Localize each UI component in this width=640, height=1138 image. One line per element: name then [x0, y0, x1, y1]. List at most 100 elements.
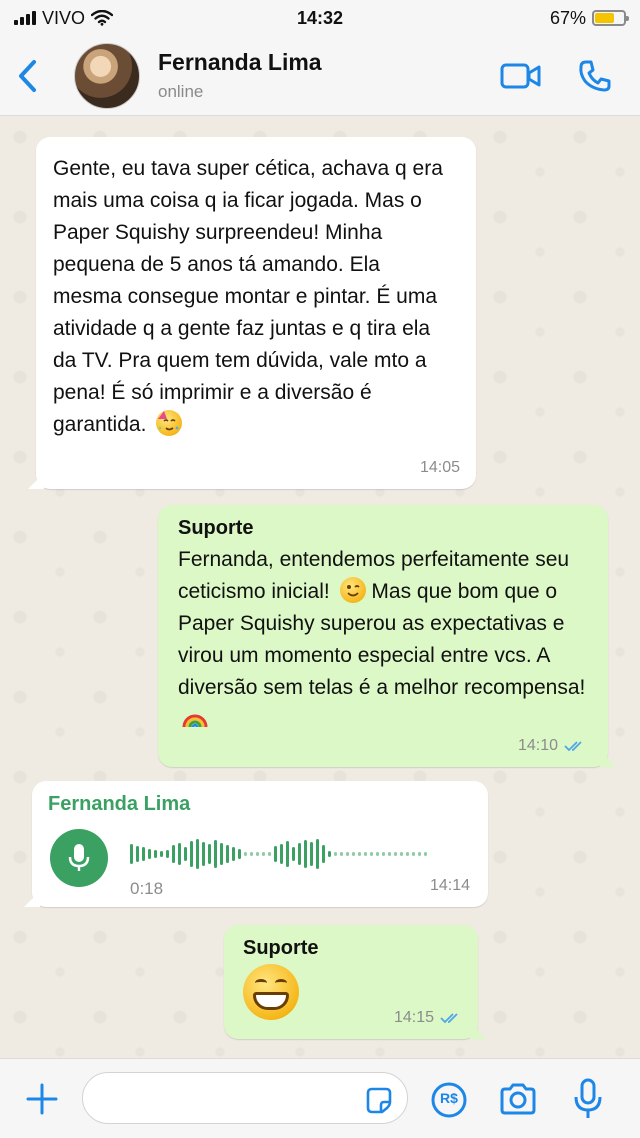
avatar[interactable] [74, 42, 140, 109]
waveform-bar [238, 849, 241, 859]
header-actions [500, 36, 612, 116]
message-timestamp: 14:14 [429, 877, 470, 894]
waveform-bar [160, 851, 163, 857]
phone-call-icon [579, 60, 611, 92]
microphone-icon [574, 1078, 602, 1118]
message-timestamp: 14:10 [517, 737, 558, 754]
carrier-label: VIVO [42, 7, 86, 28]
waveform-bar [136, 846, 139, 862]
contact-info[interactable]: Fernanda Lima online [158, 49, 322, 102]
input-bar: R$ [0, 1058, 640, 1138]
waveform-bar [334, 852, 337, 856]
battery-level [594, 13, 614, 23]
waveform-bar [142, 847, 145, 861]
waveform-bar [208, 844, 211, 864]
message-outgoing-2[interactable]: Suporte 14:15 [224, 925, 486, 1039]
voice-play-button[interactable] [50, 829, 108, 887]
partying-face-emoji [156, 410, 183, 436]
message-time: 14:15 [394, 1009, 462, 1027]
pix-payment-button[interactable]: R$ [430, 1081, 468, 1119]
message-time: 14:14 [430, 877, 470, 895]
pix-label: R$ [440, 1090, 458, 1106]
back-button[interactable] [0, 36, 56, 116]
sender-name: Fernanda Lima [48, 793, 191, 815]
message-time: 14:10 [518, 737, 586, 755]
plus-icon [26, 1083, 58, 1115]
back-chevron-icon [19, 59, 36, 92]
bubble-tail [600, 751, 616, 767]
message-time: 14:05 [420, 459, 460, 477]
message-outgoing-1[interactable]: Suporte Fernanda, entendemos perfeitamen… [158, 505, 616, 767]
camera-button[interactable] [498, 1081, 538, 1117]
chat-header: Fernanda Lima online [0, 36, 640, 116]
contact-name: Fernanda Lima [158, 49, 322, 75]
waveform-bar [328, 851, 331, 857]
bubble-tail [28, 473, 44, 489]
waveform-bar [292, 847, 295, 861]
waveform-bar [172, 845, 175, 863]
waveform-bar [268, 852, 271, 856]
bubble-tail [24, 891, 40, 907]
waveform-bar [322, 845, 325, 863]
waveform-bar [418, 852, 421, 856]
waveform-bar [244, 852, 247, 856]
voice-waveform[interactable] [130, 837, 470, 871]
voice-duration: 0:18 [130, 879, 164, 898]
waveform-bar [286, 841, 289, 867]
message-text: Fernanda, entendemos perfeitamente seu c… [178, 544, 586, 736]
waveform-bar [196, 839, 199, 869]
double-check-read-icon [564, 741, 582, 752]
waveform-bar [346, 852, 349, 856]
sticker-icon [366, 1087, 392, 1114]
message-incoming-voice[interactable]: Fernanda Lima 0:18 14:14 [24, 781, 488, 907]
grinning-face-emoji [243, 964, 299, 1020]
message-incoming-1[interactable]: Gente, eu tava super cética, achava q er… [28, 137, 476, 489]
microphone-icon [68, 844, 90, 871]
waveform-bar [340, 852, 343, 856]
contact-status: online [158, 82, 204, 101]
status-bar: VIVO 14:32 67% [0, 0, 640, 36]
waveform-bar [388, 852, 391, 856]
waveform-bar [274, 846, 277, 862]
waveform-bar [358, 852, 361, 856]
message-timestamp: 14:15 [393, 1009, 434, 1026]
video-call-button[interactable] [500, 62, 542, 90]
message-text: Gente, eu tava super cética, achava q er… [53, 153, 454, 441]
wifi-icon [91, 10, 114, 26]
double-check-read-icon [440, 1013, 458, 1024]
waveform-bar [262, 852, 265, 856]
waveform-bar [370, 852, 373, 856]
video-call-icon [500, 63, 541, 89]
status-left: VIVO [14, 8, 214, 29]
sender-name: Suporte [178, 517, 254, 539]
waveform-bar [304, 840, 307, 868]
message-timestamp: 14:05 [419, 459, 460, 476]
waveform-bar [352, 852, 355, 856]
message-input[interactable] [82, 1072, 408, 1124]
waveform-bar [382, 852, 385, 856]
waveform-bar [130, 844, 133, 864]
waveform-bar [154, 850, 157, 858]
waveform-bar [280, 844, 283, 864]
sticker-button[interactable] [364, 1085, 394, 1115]
waveform-bar [226, 845, 229, 863]
waveform-bar [202, 842, 205, 866]
battery-percent: 67% [549, 7, 586, 28]
voice-record-button[interactable] [572, 1077, 604, 1121]
waveform-bar [406, 852, 409, 856]
waveform-bar [376, 852, 379, 856]
waveform-bar [424, 852, 427, 856]
phone-call-button[interactable] [578, 59, 612, 93]
status-right: 67% [426, 7, 629, 29]
bubble-tail [470, 1023, 486, 1039]
message-text-body: Gente, eu tava super cética, achava q er… [53, 157, 443, 436]
waveform-bar [178, 843, 181, 865]
attach-button[interactable] [24, 1081, 60, 1117]
waveform-bar [310, 842, 313, 866]
winking-face-emoji [339, 577, 366, 603]
chat-area[interactable]: Gente, eu tava super cética, achava q er… [0, 117, 640, 1057]
waveform-bar [148, 849, 151, 859]
waveform-bar [316, 839, 319, 869]
waveform-bar [256, 852, 259, 856]
waveform-bar [298, 843, 301, 865]
